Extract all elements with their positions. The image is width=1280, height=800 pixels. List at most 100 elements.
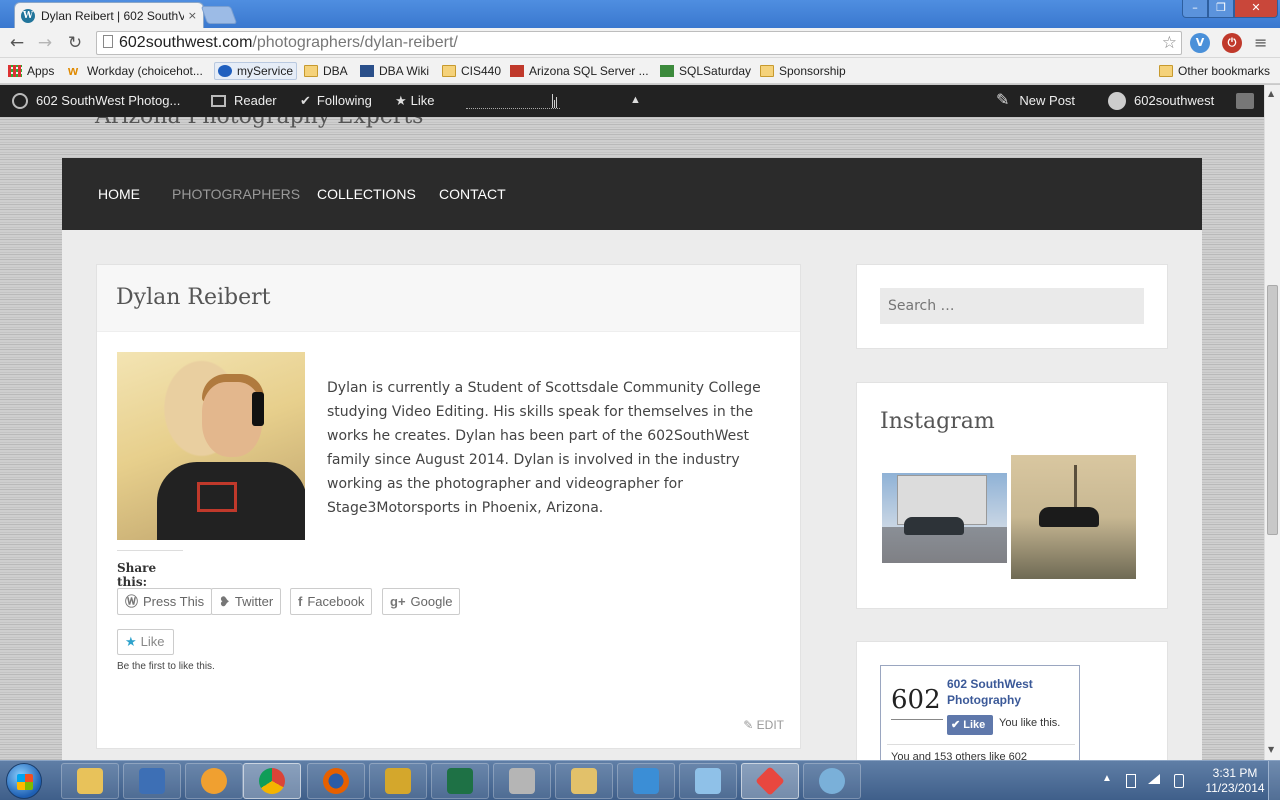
excel-icon[interactable] [431,763,489,799]
nav-collections[interactable]: COLLECTIONS [317,158,416,230]
edit-link[interactable]: ✎ EDIT [743,718,784,732]
bookmark-sponsorship[interactable]: Sponsorship [760,62,846,80]
signal-icon[interactable] [1148,774,1160,784]
page-scrollbar[interactable]: ▲ ▼ [1264,85,1280,760]
explorer-icon[interactable] [61,763,119,799]
back-arrow-icon[interactable]: ← [6,32,28,54]
share-twitter-button[interactable]: ❥ Twitter [211,588,282,615]
share-label: Facebook [307,594,365,609]
extension-power-icon[interactable]: ⏻ [1222,33,1242,53]
volume-muted-icon[interactable] [1174,774,1184,788]
bookmark-myservice[interactable]: myService [214,62,298,80]
clock-time: 3:31 PM [1212,766,1258,780]
bookmark-star-icon[interactable]: ☆ [1162,32,1177,54]
bookmark-label: Apps [27,64,55,78]
tab-close-icon[interactable]: × [188,9,197,22]
collapse-arrow-icon[interactable]: ▲ [630,85,641,115]
share-press-this-button[interactable]: Ⓦ Press This [117,588,213,615]
git-icon[interactable] [741,763,799,799]
bookmark-label: myService [237,64,294,78]
lync-icon[interactable] [617,763,675,799]
paint-icon[interactable] [803,763,861,799]
address-bar[interactable]: 602southwest.com/photographers/dylan-rei… [96,31,1182,55]
windows-taskbar: ▲ 3:31 PM 11/23/2014 [0,760,1280,800]
wp-user-menu[interactable]: 602southwest [1108,85,1214,117]
wp-new-post[interactable]: ✎ New Post [996,85,1075,117]
scrollbar-thumb[interactable] [1267,285,1278,535]
reload-icon[interactable]: ↻ [64,32,86,54]
share-facebook-button[interactable]: f Facebook [290,588,373,615]
wp-site-menu[interactable]: 602 SouthWest Photog... [12,85,180,117]
wp-like[interactable]: ★ Like [395,85,435,117]
fb-like-label: Like [963,719,986,731]
like-button[interactable]: ★ Like [117,629,174,655]
remote-desktop-icon[interactable] [123,763,181,799]
twitter-icon: ❥ [219,594,230,609]
nav-home[interactable]: HOME [98,158,140,230]
instagram-photo[interactable] [1011,455,1136,579]
database-icon[interactable] [555,763,613,799]
forward-arrow-icon[interactable]: → [34,32,56,54]
wp-following[interactable]: ✔ Following [300,85,372,117]
first-like-text: Be the first to like this. [117,661,215,672]
bookmark-label: Other bookmarks [1178,64,1271,78]
workday-icon: w [68,63,79,78]
show-desktop-button[interactable] [1268,761,1280,800]
wp-reader[interactable]: Reader [211,85,277,117]
minimize-button[interactable]: – [1182,0,1208,18]
bookmark-arizona-sql[interactable]: Arizona SQL Server ... [510,62,649,80]
bookmark-workday[interactable]: w Workday (choicehot... [68,62,203,80]
sqlsaturday-icon [660,65,674,77]
maximize-button[interactable]: ❐ [1208,0,1234,18]
vpn-icon[interactable] [369,763,427,799]
facebook-like-button[interactable]: ✔ Like [947,715,993,735]
bookmark-dba[interactable]: DBA [304,62,348,80]
browser-tab[interactable]: W Dylan Reibert | 602 SouthV × [14,2,204,28]
facebook-like-box: 602 602 SouthWest Photography ✔ Like You… [880,665,1080,760]
bookmark-dba-wiki[interactable]: DBA Wiki [360,62,429,80]
check-icon: ✔ [300,93,311,108]
scroll-down-arrow-icon[interactable]: ▼ [1268,745,1274,754]
search-input[interactable] [880,288,1144,324]
search-widget [856,264,1168,349]
pencil-icon: ✎ [743,718,757,732]
article-body: Dylan is currently a Student of Scottsda… [327,380,761,516]
sql-icon [510,65,524,77]
bookmark-apps[interactable]: Apps [8,62,54,80]
wordpress-favicon-icon: W [21,8,35,23]
bookmarks-bar: Apps w Workday (choicehot... myService DB… [0,58,1280,84]
chrome-icon[interactable] [243,763,301,799]
outlook-icon[interactable] [185,763,243,799]
bookmark-sqlsaturday[interactable]: SQLSaturday [660,62,751,80]
site-tagline: Arizona Photography Experts [95,117,423,129]
close-window-button[interactable]: ✕ [1234,0,1278,18]
notifications-icon[interactable] [1236,93,1254,109]
battery-icon[interactable] [1126,774,1136,788]
tools-icon[interactable] [493,763,551,799]
clock[interactable]: 3:31 PM 11/23/2014 [1200,766,1270,796]
chrome-menu-icon[interactable]: ≡ [1254,33,1267,52]
scroll-up-arrow-icon[interactable]: ▲ [1268,89,1274,98]
page-viewport: Arizona Photography Experts HOME PHOTOGR… [0,117,1264,760]
firefox-icon[interactable] [307,763,365,799]
pencil-plus-icon: ✎ [996,92,1010,109]
nav-photographers[interactable]: PHOTOGRAPHERS [172,158,300,230]
bookmark-other[interactable]: Other bookmarks [1159,62,1270,80]
start-button[interactable] [6,763,42,799]
browser-toolbar: ← → ↻ 602southwest.com/photographers/dyl… [0,28,1280,58]
windows-logo-icon [17,774,33,790]
facebook-page-name[interactable]: 602 SouthWest Photography [947,676,1077,708]
bookmark-cis440[interactable]: CIS440 [442,62,501,80]
nav-contact[interactable]: CONTACT [439,158,506,230]
bookmark-label: CIS440 [461,64,502,78]
share-google-button[interactable]: g+ Google [382,588,461,615]
notepad-icon[interactable] [679,763,737,799]
instagram-photo[interactable] [882,455,1007,579]
extension-v-icon[interactable]: V [1190,33,1210,53]
new-tab-button[interactable] [200,6,238,24]
bookmark-label: Arizona SQL Server ... [529,64,649,78]
folder-icon [304,65,318,77]
stats-sparkline[interactable] [466,93,560,109]
clock-date: 11/23/2014 [1205,781,1265,795]
tray-expand-icon[interactable]: ▲ [1102,773,1112,784]
